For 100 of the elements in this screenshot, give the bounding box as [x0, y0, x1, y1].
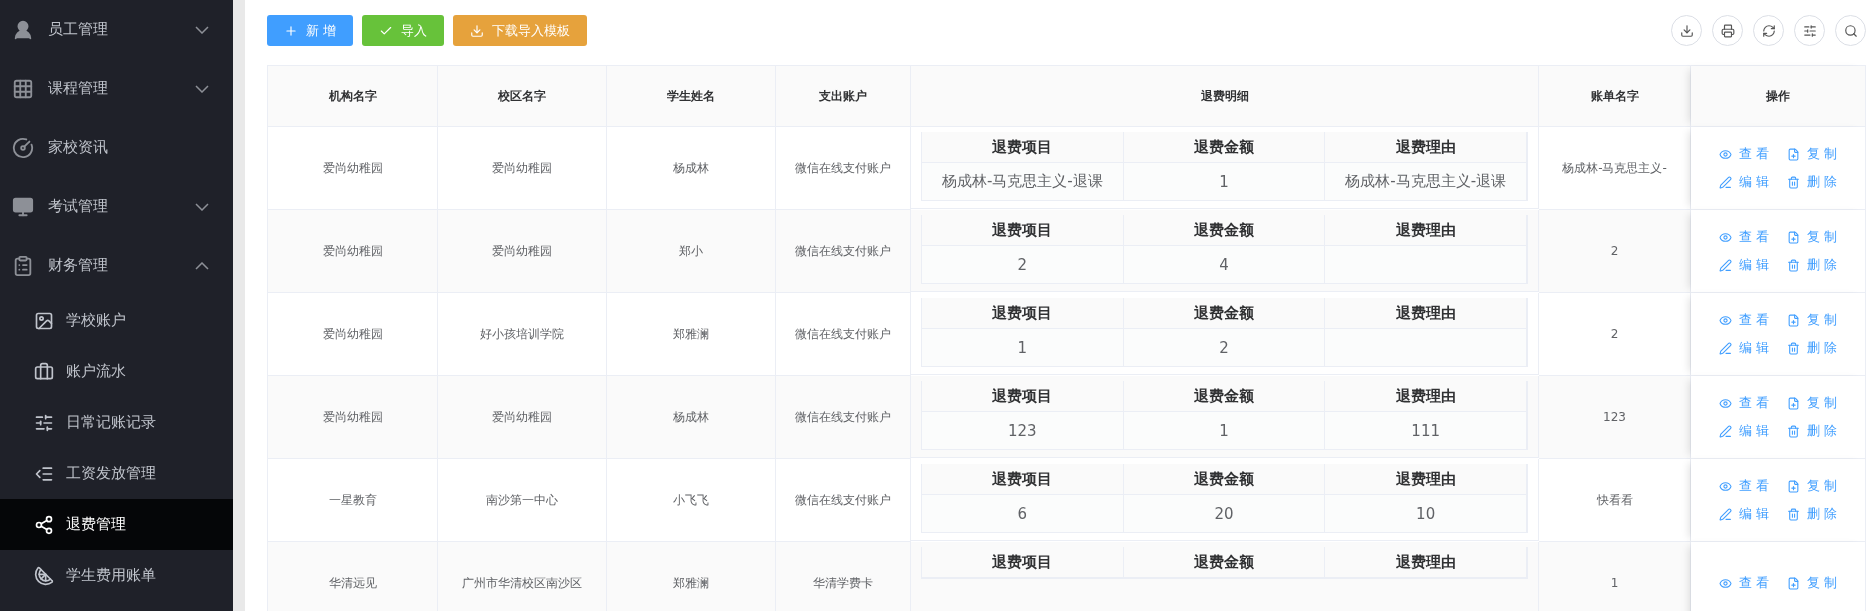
- detail-header: 退费项目: [922, 298, 1124, 329]
- delete-link[interactable]: 删 除: [1787, 256, 1838, 274]
- menu-item[interactable]: 财务管理: [0, 236, 233, 295]
- submenu-label: 工资发放管理: [66, 464, 157, 483]
- detail-header: 退费金额: [1123, 547, 1326, 578]
- detail-cell: 6: [922, 495, 1124, 532]
- detail-header: 退费理由: [1325, 547, 1527, 578]
- table-cell: 快看看: [1539, 459, 1691, 542]
- eye-icon: [1718, 230, 1732, 244]
- citrus-icon: [34, 565, 54, 586]
- pen-icon: [1718, 507, 1732, 521]
- detail-header: 退费项目: [922, 381, 1124, 412]
- menu-item[interactable]: 考试管理: [0, 177, 233, 236]
- copy-link[interactable]: 复 制: [1787, 311, 1838, 329]
- toolbar-button[interactable]: 导入: [362, 15, 445, 46]
- table-cell: 爱尚幼稚园: [438, 210, 607, 293]
- table-cell: 一星教育: [268, 459, 438, 542]
- table-cell: 杨成林: [607, 376, 776, 459]
- column-header: 操作: [1691, 66, 1865, 127]
- table-cell: 华清远见: [268, 542, 438, 611]
- menu-item[interactable]: 家校资讯: [0, 118, 233, 177]
- print-button[interactable]: [1712, 15, 1743, 46]
- detail-cell: 4: [1123, 246, 1326, 283]
- edit-link[interactable]: 编 辑: [1718, 173, 1769, 191]
- download-button[interactable]: [1671, 15, 1702, 46]
- view-link[interactable]: 查 看: [1718, 311, 1769, 329]
- share-icon: [34, 514, 54, 535]
- detail-header: 退费金额: [1123, 381, 1326, 412]
- column-header: 退费明细: [911, 66, 1539, 127]
- submenu-item[interactable]: 日常记账记录: [0, 397, 233, 448]
- eye-icon: [1718, 313, 1732, 327]
- trash-icon: [1787, 258, 1800, 272]
- edit-link[interactable]: 编 辑: [1718, 422, 1769, 440]
- trash-icon: [1787, 424, 1800, 438]
- copy-link[interactable]: 复 制: [1787, 574, 1838, 592]
- column-header: 学生姓名: [607, 66, 776, 127]
- table-cell: 郑小: [607, 210, 776, 293]
- chevron-up-icon: [195, 261, 209, 270]
- table-cell: 微信在线支付账户: [776, 293, 911, 376]
- copy-link[interactable]: 复 制: [1787, 145, 1838, 163]
- submenu-label: 账户流水: [66, 362, 127, 381]
- eye-icon: [1718, 576, 1732, 590]
- refresh-button[interactable]: [1753, 15, 1784, 46]
- refresh-icon: [1761, 23, 1776, 38]
- copy-link[interactable]: 复 制: [1787, 394, 1838, 412]
- toolbar-button[interactable]: 新 增: [267, 15, 354, 46]
- file-plus-icon: [1787, 396, 1800, 410]
- columns-button[interactable]: [1794, 15, 1825, 46]
- edit-link[interactable]: 编 辑: [1718, 339, 1769, 357]
- print-icon: [1720, 23, 1735, 38]
- edit-link[interactable]: 编 辑: [1718, 256, 1769, 274]
- menu-item[interactable]: 员工管理: [0, 0, 233, 59]
- chevron-down-icon: [195, 84, 209, 93]
- detail-cell: 20: [1123, 495, 1326, 532]
- delete-link[interactable]: 删 除: [1787, 173, 1838, 191]
- table-cell: 杨成林: [607, 127, 776, 210]
- detail-header: 退费金额: [1123, 464, 1326, 495]
- delete-link[interactable]: 删 除: [1787, 339, 1838, 357]
- file-plus-icon: [1787, 230, 1800, 244]
- monitor-icon: [12, 195, 34, 218]
- copy-link[interactable]: 复 制: [1787, 477, 1838, 495]
- file-plus-icon: [1787, 479, 1800, 493]
- delete-link[interactable]: 删 除: [1787, 422, 1838, 440]
- submenu-label: 退费管理: [66, 515, 127, 534]
- detail-cell: 10: [1325, 495, 1527, 532]
- download-icon: [1679, 23, 1694, 38]
- chevron-down-icon: [195, 202, 209, 211]
- menu-item[interactable]: 课程管理: [0, 59, 233, 118]
- submenu-item[interactable]: 工资发放管理: [0, 448, 233, 499]
- download-icon: [470, 23, 485, 38]
- submenu-item[interactable]: 学校账户: [0, 295, 233, 346]
- eye-icon: [1718, 147, 1732, 161]
- table-cell: 微信在线支付账户: [776, 210, 911, 293]
- search-button[interactable]: [1835, 15, 1866, 46]
- trash-icon: [1787, 175, 1800, 189]
- file-plus-icon: [1787, 313, 1800, 327]
- table-cell: 华清学费卡: [776, 542, 911, 611]
- table-cell: 2: [1539, 293, 1691, 376]
- column-header: 校区名字: [438, 66, 607, 127]
- delete-link[interactable]: 删 除: [1787, 505, 1838, 523]
- view-link[interactable]: 查 看: [1718, 145, 1769, 163]
- edit-link[interactable]: 编 辑: [1718, 505, 1769, 523]
- detail-cell: 2: [1123, 329, 1326, 366]
- menu-label: 考试管理: [48, 197, 109, 216]
- submenu-item[interactable]: 退费管理: [0, 499, 233, 550]
- menu-label: 家校资讯: [48, 138, 109, 157]
- view-link[interactable]: 查 看: [1718, 477, 1769, 495]
- table-cell: 123: [1539, 376, 1691, 459]
- detail-header: 退费项目: [922, 132, 1124, 163]
- submenu-item[interactable]: 学生费用账单: [0, 550, 233, 601]
- detail-cell: 2: [922, 246, 1124, 283]
- table-cell: 杨成林-马克思主义-: [1539, 127, 1691, 210]
- view-link[interactable]: 查 看: [1718, 394, 1769, 412]
- submenu-item[interactable]: 账户流水: [0, 346, 233, 397]
- copy-link[interactable]: 复 制: [1787, 228, 1838, 246]
- detail-cell: 111: [1325, 412, 1527, 449]
- toolbar-button[interactable]: 下载导入模板: [453, 15, 588, 46]
- eye-icon: [1718, 396, 1732, 410]
- view-link[interactable]: 查 看: [1718, 574, 1769, 592]
- view-link[interactable]: 查 看: [1718, 228, 1769, 246]
